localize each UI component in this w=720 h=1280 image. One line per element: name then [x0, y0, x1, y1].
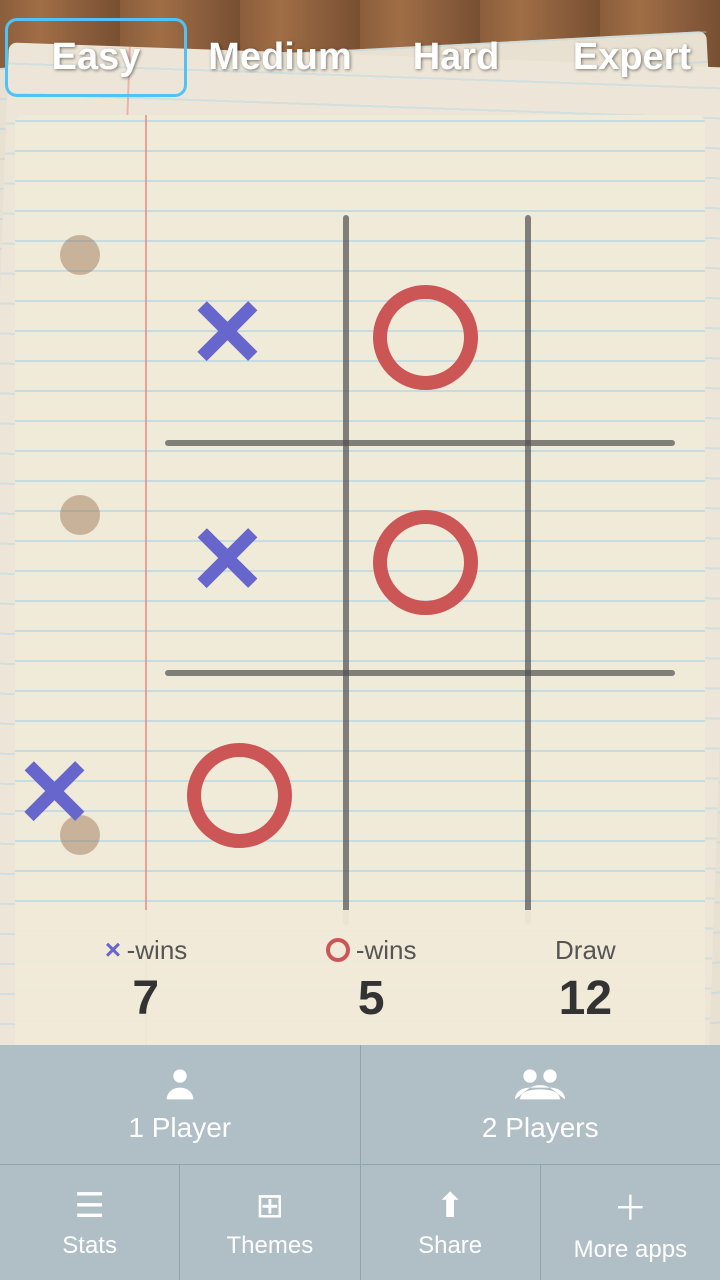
more-apps-icon: ＋ [613, 1181, 647, 1230]
main-paper: × × × × -wins 7 [15, 115, 705, 1050]
cell-2-2[interactable] [370, 676, 545, 901]
stats-icon: ☰ [74, 1186, 104, 1226]
draw-score-value: 12 [559, 971, 612, 1026]
more-apps-label: More apps [574, 1236, 687, 1264]
themes-tab[interactable]: ⊞ Themes [180, 1165, 360, 1280]
more-apps-tab[interactable]: ＋ More apps [541, 1165, 720, 1280]
cell-0-0[interactable] [17, 215, 195, 440]
tab-medium[interactable]: Medium [192, 11, 368, 104]
stats-label: Stats [62, 1232, 117, 1260]
cell-0-2[interactable] [370, 215, 545, 440]
cell-1-2[interactable] [370, 446, 545, 671]
game-board: × × × [165, 215, 675, 935]
player-tabs: 1 Player 2 Players [0, 1045, 720, 1165]
o-score-col: -wins 5 [326, 935, 417, 1026]
o-wins-label: -wins [356, 935, 417, 966]
one-player-label: 1 Player [128, 1112, 231, 1144]
share-icon: ⬆ [436, 1186, 465, 1226]
cell-2-0[interactable] [17, 676, 195, 901]
cell-2-1[interactable] [195, 676, 370, 901]
o-score-value: 5 [358, 971, 385, 1026]
x-score-label: × -wins [104, 934, 187, 966]
themes-icon: ⊞ [256, 1186, 285, 1226]
difficulty-bar: Easy Medium Hard Expert [0, 0, 720, 115]
themes-label: Themes [227, 1232, 314, 1260]
one-player-icon [160, 1066, 200, 1106]
o-score-label: -wins [326, 935, 417, 966]
one-player-tab[interactable]: 1 Player [0, 1045, 361, 1164]
score-section: × -wins 7 -wins 5 Draw 12 [15, 910, 705, 1050]
x-icon: × [104, 934, 120, 966]
tab-expert[interactable]: Expert [544, 11, 720, 104]
cell-1-0[interactable] [17, 446, 195, 671]
x-score-col: × -wins 7 [104, 934, 187, 1026]
share-tab[interactable]: ⬆ Share [361, 1165, 541, 1280]
two-players-label: 2 Players [482, 1112, 599, 1144]
o-icon [326, 938, 350, 962]
stats-tab[interactable]: ☰ Stats [0, 1165, 180, 1280]
x-wins-label: -wins [127, 935, 188, 966]
cell-0-1[interactable] [195, 215, 370, 440]
tab-easy[interactable]: Easy [5, 18, 187, 97]
share-label: Share [418, 1232, 482, 1260]
cell-1-1[interactable] [195, 446, 370, 671]
x-score-value: 7 [132, 971, 159, 1026]
two-players-icon [512, 1066, 568, 1106]
draw-text: Draw [555, 935, 616, 966]
tab-hard[interactable]: Hard [368, 11, 544, 104]
two-players-tab[interactable]: 2 Players [361, 1045, 720, 1164]
action-tabs: ☰ Stats ⊞ Themes ⬆ Share ＋ More apps [0, 1165, 720, 1280]
draw-label: Draw [555, 935, 616, 966]
bottom-bar: 1 Player 2 Players ☰ Stats ⊞ Themes ⬆ Sh [0, 1045, 720, 1280]
draw-score-col: Draw 12 [555, 935, 616, 1026]
